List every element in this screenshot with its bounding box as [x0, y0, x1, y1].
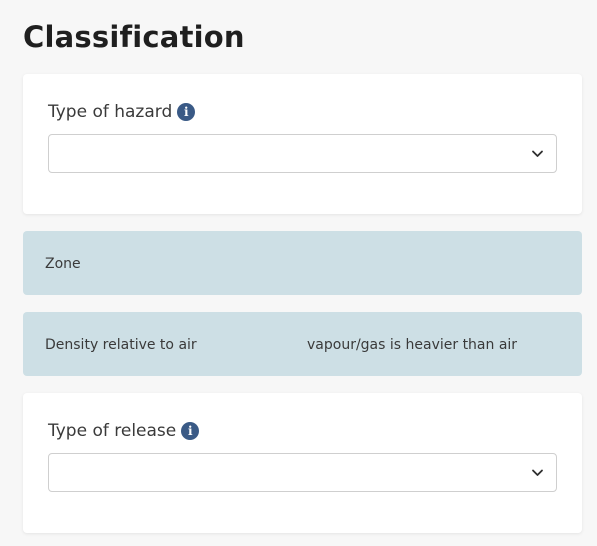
zone-label: Zone [45, 256, 81, 272]
page-title: Classification [23, 20, 245, 54]
chevron-down-icon [532, 469, 543, 476]
density-panel: Density relative to air vapour/gas is he… [23, 312, 582, 376]
zone-panel: Zone [23, 231, 582, 295]
release-field-label: Type of release i [48, 421, 200, 441]
release-label-text: Type of release [48, 421, 177, 441]
release-card: Type of release i [23, 393, 582, 533]
info-icon[interactable]: i [177, 103, 196, 121]
hazard-card: Type of hazard i [23, 74, 582, 214]
hazard-select[interactable] [48, 134, 557, 173]
chevron-down-icon [532, 150, 543, 157]
info-icon[interactable]: i [181, 422, 200, 440]
hazard-field-label: Type of hazard i [48, 102, 196, 122]
density-value: vapour/gas is heavier than air [307, 337, 518, 353]
density-label: Density relative to air [45, 337, 197, 353]
hazard-label-text: Type of hazard [48, 102, 173, 122]
release-select[interactable] [48, 453, 557, 492]
